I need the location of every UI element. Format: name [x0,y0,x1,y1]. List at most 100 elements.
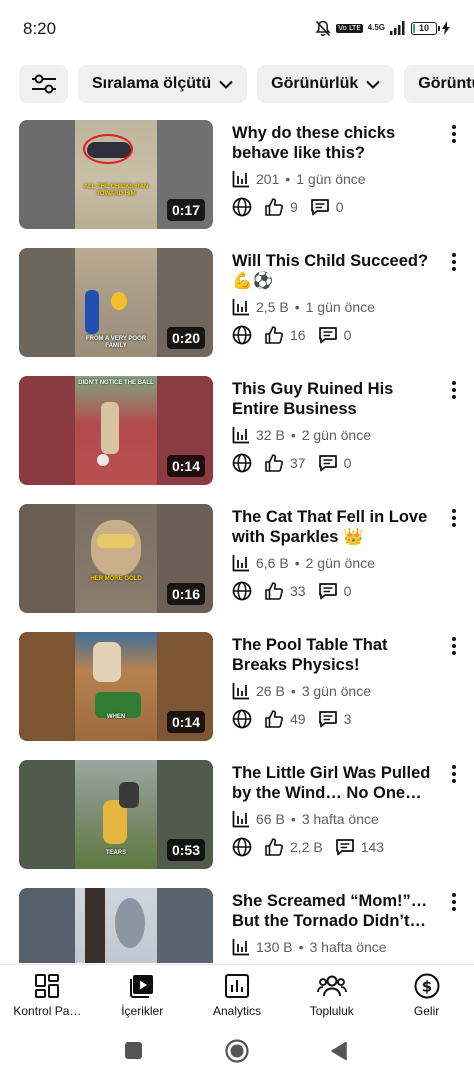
engagement-row: 33 0 [232,581,363,601]
chevron-down-icon [219,80,233,89]
thumbs-up-icon [265,582,283,600]
analytics-icon [224,974,249,998]
duration-badge: 0:14 [166,455,205,477]
filter-sliders-icon [31,74,56,94]
home-circle-icon[interactable] [225,1039,249,1063]
thumbnail-caption: DIDN'T NOTICE THE BALL [78,380,154,386]
nav-dashboard[interactable]: Kontrol Pa… [0,965,95,1024]
duration-badge: 0:14 [166,711,205,733]
nav-content[interactable]: İçerikler [95,965,190,1024]
video-thumbnail[interactable]: ALL THE CHICKS RAN TOWARD HIM 0:17 [19,120,213,229]
system-navigation-bar [0,1024,474,1080]
video-thumbnail[interactable]: HER MORE GOLD 0:16 [19,504,213,613]
bar-chart-icon [232,555,249,572]
view-count: 66 B [256,811,285,827]
thumbnail-subject [101,402,119,454]
globe-icon [232,453,252,473]
video-thumbnail[interactable]: FROM A VERY POOR FAMILY 0:20 [19,248,213,357]
video-row[interactable]: FROM A VERY POOR FAMILY 0:20 Will This C… [0,248,474,376]
back-triangle-icon[interactable] [330,1041,348,1061]
comment-count: 0 [343,455,352,471]
status-bar: 8:20 Vo LTE 4.5G 10 [0,0,474,58]
nav-community-label: Topluluk [309,1004,354,1018]
more-options-button[interactable] [446,634,462,658]
comment-count: 143 [360,839,385,855]
thumbnail-blur-left [19,120,75,229]
chevron-down-icon [366,80,380,89]
thumbs-up-icon [265,710,283,728]
view-count: 26 B [256,683,285,699]
video-row[interactable]: WHEN 0:14 The Pool Table That Breaks Phy… [0,632,474,760]
comment-count: 0 [335,199,344,215]
video-title[interactable]: This Guy Ruined His Entire Business [232,379,444,419]
recents-square-icon[interactable] [124,1041,143,1060]
visibility-chip[interactable]: Görünürlük [257,65,395,103]
upload-age: 3 gün önce [301,683,372,699]
more-options-button[interactable] [446,506,462,530]
video-thumbnail[interactable]: TEARS 0:53 [19,760,213,869]
separator-dot: • [290,683,296,699]
filter-settings-button[interactable] [19,65,68,103]
sort-by-chip[interactable]: Sıralama ölçütü [78,65,248,103]
video-title[interactable]: The Cat That Fell in Love with Sparkles … [232,507,444,547]
network-type: 4.5G [367,23,385,32]
likes: 16 [264,325,306,345]
video-title[interactable]: The Little Girl Was Pulled by the Wind… … [232,763,444,803]
separator-dot: • [294,555,300,571]
video-title[interactable]: The Pool Table That Breaks Physics! [232,635,444,675]
thumbnail-image [75,888,157,963]
visibility-status [232,837,252,857]
more-options-button[interactable] [446,378,462,402]
video-row[interactable]: HER MORE GOLD 0:16 The Cat That Fell in … [0,504,474,632]
thumbnail-blur-left [19,504,75,613]
engagement-row: 49 3 [232,709,363,729]
thumbnail-detail [97,534,135,548]
svg-text:$: $ [421,978,431,996]
separator-dot: • [298,939,304,955]
battery-indicator: 10 [411,21,440,35]
views-chip[interactable]: Görüntü [404,65,474,103]
battery-fill [413,23,415,33]
stats-row: 6,6 B • 2 gün önce [232,554,375,572]
video-title[interactable]: She Screamed “Mom!”… But the Tornado Did… [232,891,444,931]
video-title[interactable]: Why do these chicks behave like this? [232,123,444,163]
comment-icon [318,327,337,344]
community-icon [316,975,347,997]
video-thumbnail[interactable] [19,888,213,963]
like-count: 33 [290,583,306,599]
more-options-button[interactable] [446,890,462,914]
engagement-row: 37 0 [232,453,363,473]
video-thumbnail[interactable]: DIDN'T NOTICE THE BALL 0:14 [19,376,213,485]
video-row[interactable]: ALL THE CHICKS RAN TOWARD HIM 0:17 Why d… [0,120,474,248]
likes: 2,2 B [264,837,323,857]
engagement-row: 9 0 [232,197,356,217]
video-thumbnail[interactable]: WHEN 0:14 [19,632,213,741]
bar-chart-icon [232,171,249,188]
video-list: ALL THE CHICKS RAN TOWARD HIM 0:17 Why d… [0,120,474,963]
nav-content-label: İçerikler [121,1004,164,1018]
thumbnail-image: FROM A VERY POOR FAMILY [75,248,157,357]
signal-icon [390,21,405,35]
video-row[interactable]: She Screamed “Mom!”… But the Tornado Did… [0,888,474,963]
video-row[interactable]: DIDN'T NOTICE THE BALL 0:14 This Guy Rui… [0,376,474,504]
more-options-button[interactable] [446,250,462,274]
like-count: 2,2 B [290,839,323,855]
video-row[interactable]: TEARS 0:53 The Little Girl Was Pulled by… [0,760,474,888]
thumbnail-caption: FROM A VERY POOR FAMILY [85,336,147,349]
comment-count: 3 [343,711,352,727]
thumbnail-blur-left [19,760,75,869]
more-options-button[interactable] [446,122,462,146]
nav-community[interactable]: Topluluk [284,965,379,1024]
nav-analytics[interactable]: Analytics [190,965,285,1024]
thumbs-up-icon [265,838,283,856]
upload-age: 2 gün önce [301,427,372,443]
thumbnail-caption: WHEN [106,714,126,720]
status-icons: Vo LTE 4.5G 10 [315,19,450,37]
like-count: 16 [290,327,306,343]
nav-earn[interactable]: $ Gelir [379,965,474,1024]
video-title[interactable]: Will This Child Succeed? 💪⚽ [232,251,444,291]
upload-age: 2 gün önce [305,555,375,571]
comment-icon [310,199,329,216]
thumbnail-caption: ALL THE CHICKS RAN TOWARD HIM [83,184,149,197]
more-options-button[interactable] [446,762,462,786]
